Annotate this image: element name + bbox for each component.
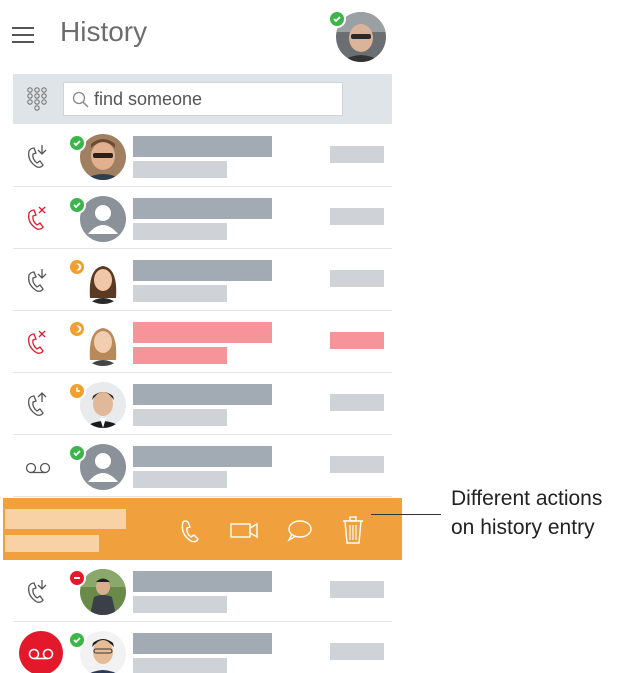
incoming-call-icon <box>23 265 53 295</box>
avatar <box>80 258 126 304</box>
history-entry[interactable] <box>13 622 392 673</box>
timestamp-placeholder <box>330 332 384 349</box>
contact-detail-placeholder <box>133 223 227 240</box>
contact-name-placeholder <box>133 322 272 343</box>
contact-name-placeholder <box>133 198 272 219</box>
timestamp-placeholder <box>330 581 384 598</box>
history-entry[interactable] <box>13 311 392 373</box>
callout-line <box>371 514 441 515</box>
selected-history-entry[interactable] <box>3 498 402 560</box>
contact-detail-placeholder <box>133 347 227 364</box>
status-away-icon <box>68 258 86 276</box>
header: History <box>0 0 400 74</box>
dialpad-icon[interactable] <box>26 86 48 112</box>
outgoing-call-icon <box>23 389 53 419</box>
status-away-icon <box>68 320 86 338</box>
voicemail-icon <box>23 451 53 481</box>
contact-name-placeholder <box>133 384 272 405</box>
timestamp-placeholder <box>330 270 384 287</box>
search-input[interactable] <box>94 87 334 111</box>
trash-icon[interactable] <box>337 514 369 546</box>
incoming-call-icon <box>23 141 53 171</box>
contact-name-placeholder <box>133 260 272 281</box>
search-icon <box>72 91 90 114</box>
search-box[interactable] <box>63 82 343 116</box>
timestamp-placeholder <box>330 146 384 163</box>
contact-detail-placeholder <box>133 596 227 613</box>
history-entry[interactable] <box>13 249 392 311</box>
timestamp-placeholder <box>330 394 384 411</box>
callout-text: Different actions on history entry <box>451 484 602 542</box>
status-available-icon <box>68 134 86 152</box>
contact-name-placeholder <box>133 446 272 467</box>
timestamp-placeholder <box>330 456 384 473</box>
contact-name-placeholder <box>5 509 126 529</box>
contact-name-placeholder <box>133 571 272 592</box>
status-available-icon <box>68 196 86 214</box>
history-entry[interactable] <box>13 187 392 249</box>
contact-name-placeholder <box>133 136 272 157</box>
status-available-icon <box>68 631 86 649</box>
timestamp-placeholder <box>330 208 384 225</box>
history-entry[interactable] <box>13 125 392 187</box>
callout-line-2: on history entry <box>451 516 595 539</box>
history-entry[interactable] <box>13 435 392 497</box>
timestamp-placeholder <box>330 643 384 660</box>
search-bar <box>13 74 392 124</box>
contact-detail-placeholder <box>133 161 227 178</box>
contact-detail-placeholder <box>133 409 227 426</box>
history-entry[interactable] <box>13 373 392 435</box>
incoming-call-icon <box>23 576 53 606</box>
chat-icon[interactable] <box>283 514 315 546</box>
status-away-clock-icon <box>68 382 86 400</box>
default-avatar-icon <box>80 444 126 490</box>
unread-voicemail-badge[interactable] <box>19 631 63 673</box>
contact-detail-placeholder <box>133 285 227 302</box>
avatar <box>80 382 126 428</box>
avatar <box>80 631 126 673</box>
avatar <box>80 134 126 180</box>
history-entry[interactable] <box>13 560 392 622</box>
contact-name-placeholder <box>133 633 272 654</box>
missed-call-icon <box>23 203 53 233</box>
status-do-not-disturb-icon <box>68 569 86 587</box>
contact-detail-placeholder <box>5 535 99 552</box>
default-avatar-icon <box>80 196 126 242</box>
callout-line-1: Different actions <box>451 487 603 510</box>
video-icon[interactable] <box>228 514 260 546</box>
self-status-available-icon <box>328 10 346 28</box>
missed-call-icon <box>23 327 53 357</box>
contact-detail-placeholder <box>133 658 227 673</box>
avatar <box>80 320 126 366</box>
status-available-icon <box>68 444 86 462</box>
avatar <box>80 569 126 615</box>
page-title: History <box>60 16 148 47</box>
contact-detail-placeholder <box>133 471 227 488</box>
phone-icon[interactable] <box>175 514 207 546</box>
menu-icon[interactable] <box>12 27 34 43</box>
